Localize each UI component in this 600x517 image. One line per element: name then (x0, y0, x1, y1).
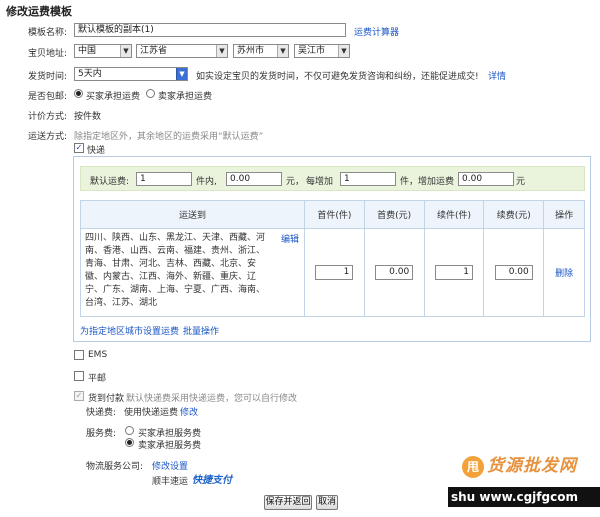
default-add-fee-input[interactable]: 0.00 (458, 172, 514, 186)
actions-cell: 删除 (543, 228, 585, 317)
cod-fee-label: 快递费: (86, 408, 117, 418)
ship-time-hint: 如实设定宝贝的发货时间，不仅可避免发货咨询和纠纷，还能促进成交! (196, 72, 479, 82)
chevron-down-icon: ▼ (120, 45, 131, 57)
row-add-fee-input[interactable]: 0.00 (494, 265, 533, 280)
express-label: 快递 (87, 146, 106, 156)
region-cell: 四川、陕西、山东、黑龙江、天津、西藏、河南、香港、山西、云南、福建、贵州、浙江、… (80, 228, 305, 317)
unit-yuan2-label: 元 (516, 177, 526, 187)
cod-checkbox[interactable]: ✓ (74, 391, 84, 401)
watermark-badge: 甩 (462, 456, 484, 478)
cod-note: 默认快递费采用快递运费，您可以自行修改 (126, 394, 298, 404)
unit-piece2-label: 件， (400, 177, 419, 187)
rates-table: 运送到 首件(件) 首费(元) 续件(件) 续费(元) 操作 四川、陕西、山东、… (80, 200, 585, 317)
ems-checkbox[interactable] (74, 350, 84, 360)
country-value: 中国 (78, 46, 97, 56)
service-fee-label: 服务费: (86, 429, 117, 439)
free-shipping-label: 是否包邮: (28, 92, 68, 102)
table-row: 四川、陕西、山东、黑龙江、天津、西藏、河南、香港、山西、云南、福建、贵州、浙江、… (80, 228, 585, 317)
chevron-down-icon: ▼ (176, 68, 187, 80)
logistics-company: 顺丰速运 (152, 477, 189, 487)
header-destination: 运送到 (80, 200, 305, 229)
first-qty-cell: 1 (303, 228, 365, 317)
header-actions: 操作 (543, 200, 585, 229)
chevron-down-icon: ▼ (216, 45, 227, 57)
header-add-qty: 续件(件) (423, 200, 485, 229)
ems-label: EMS (88, 350, 108, 360)
shipping-method-note: 除指定地区外，其余地区的运费采用“默认运费” (74, 132, 264, 142)
default-first-fee-input[interactable]: 0.00 (226, 172, 282, 186)
radio-service-buyer[interactable] (125, 426, 134, 435)
template-name-input[interactable]: 默认模板的副本(1) (74, 23, 346, 37)
add-fee-cell: 0.00 (483, 228, 545, 317)
header-first-qty: 首件(件) (303, 200, 365, 229)
row-first-fee-input[interactable]: 0.00 (375, 265, 414, 280)
logistics-edit-link[interactable]: 修改设置 (152, 459, 188, 472)
unit-piece-label: 件内, (196, 177, 217, 187)
province-select[interactable]: 江苏省 ▼ (136, 44, 228, 58)
row-add-qty-input[interactable]: 1 (434, 265, 473, 280)
radio-buyer-pays[interactable] (74, 89, 83, 98)
radio-service-seller[interactable] (125, 438, 134, 447)
radio-seller-pays[interactable] (146, 89, 155, 98)
add-qty-cell: 1 (423, 228, 485, 317)
express-checkbox[interactable]: ✓ (74, 143, 84, 153)
each-add-label: 每增加 (306, 177, 334, 187)
ship-time-select[interactable]: 5天内 ▼ (74, 67, 188, 81)
address-label: 宝贝地址: (28, 49, 68, 59)
delete-row-link[interactable]: 删除 (555, 269, 573, 279)
first-fee-cell: 0.00 (363, 228, 425, 317)
unit-yuan-label: 元， (286, 177, 305, 187)
ship-time-label: 发货时间: (28, 72, 68, 82)
city-select[interactable]: 苏州市 ▼ (233, 44, 289, 58)
province-value: 江苏省 (140, 46, 168, 56)
radio-seller-pays-label: 卖家承担运费 (158, 92, 213, 102)
region-list: 四川、陕西、山东、黑龙江、天津、西藏、河南、香港、山西、云南、福建、贵州、浙江、… (85, 233, 266, 308)
cod-fee-value: 使用快递运费 (124, 408, 179, 418)
radio-service-seller-label: 卖家承担服务费 (138, 441, 202, 451)
save-button[interactable]: 保存并返回 (264, 495, 312, 510)
radio-buyer-pays-label: 买家承担运费 (86, 92, 141, 102)
quick-pay-logo: 快捷支付 (192, 475, 232, 486)
post-label: 平邮 (88, 374, 107, 384)
freight-calculator-link[interactable]: 运费计算器 (354, 25, 399, 38)
logistics-label: 物流服务公司: (86, 462, 144, 472)
pricing-label: 计价方式: (28, 112, 68, 122)
default-first-qty-input[interactable]: 1 (136, 172, 192, 186)
post-checkbox[interactable] (74, 371, 84, 381)
cod-label: 货到付款 (88, 394, 125, 404)
page-title: 修改运费模板 (6, 5, 72, 18)
template-name-label: 模板名称: (28, 28, 68, 38)
default-fee-label: 默认运费: (90, 177, 130, 187)
edit-regions-link[interactable]: 编辑 (281, 232, 299, 310)
district-select[interactable]: 吴江市 ▼ (294, 44, 350, 58)
watermark-brand: 货源批发网 (487, 456, 577, 476)
set-region-fee-link[interactable]: 为指定地区城市设置运费 (80, 324, 179, 337)
row-first-qty-input[interactable]: 1 (315, 265, 354, 280)
cancel-button[interactable]: 取消 (316, 495, 338, 510)
default-add-qty-input[interactable]: 1 (340, 172, 396, 186)
add-fee-label: 增加运费 (418, 177, 455, 187)
ship-time-value: 5天内 (78, 69, 102, 79)
batch-operation-link[interactable]: 批量操作 (183, 324, 219, 337)
district-value: 吴江市 (298, 46, 326, 56)
shipping-method-label: 运送方式: (28, 132, 68, 142)
country-select[interactable]: 中国 ▼ (74, 44, 132, 58)
header-first-fee: 首费(元) (363, 200, 425, 229)
chevron-down-icon: ▼ (338, 45, 349, 57)
city-value: 苏州市 (237, 46, 265, 56)
ship-time-detail-link[interactable]: 详情 (488, 69, 506, 82)
chevron-down-icon: ▼ (277, 45, 288, 57)
watermark-site: shu www.cgjfgcom (448, 487, 600, 507)
cod-fee-edit-link[interactable]: 修改 (180, 405, 198, 418)
pricing-value: 按件数 (74, 112, 102, 122)
header-add-fee: 续费(元) (483, 200, 545, 229)
